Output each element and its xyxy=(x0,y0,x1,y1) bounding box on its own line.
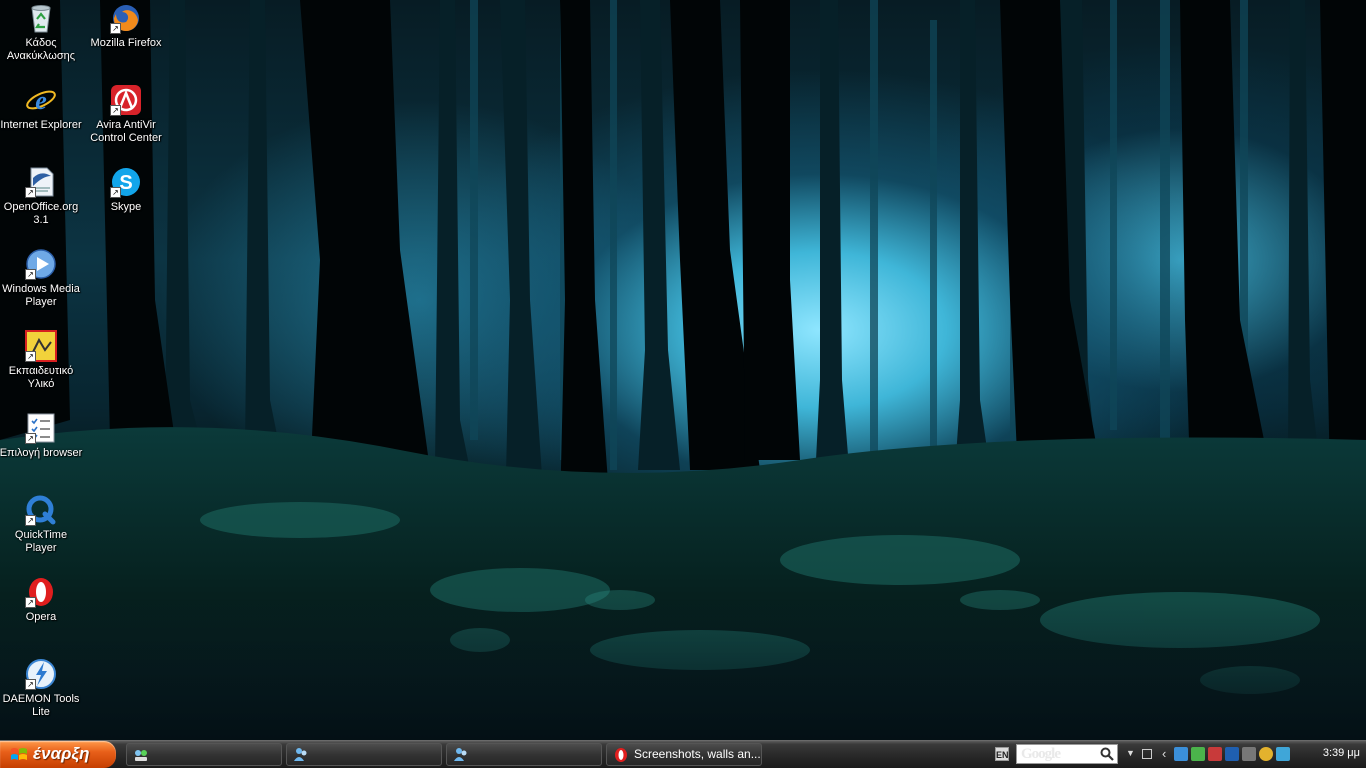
shortcut-arrow-icon: ↗ xyxy=(25,597,36,608)
messenger-tray-icon[interactable] xyxy=(1225,747,1239,761)
desktop-icon-skype[interactable]: S ↗ Skype xyxy=(83,166,169,214)
messenger-icon xyxy=(293,747,309,763)
desktop-icon-browser-choice[interactable]: ↗ Επιλογή browser xyxy=(0,412,84,460)
shortcut-arrow-icon: ↗ xyxy=(110,187,121,198)
educational-material-icon: ↗ xyxy=(25,330,57,362)
volume-icon[interactable] xyxy=(1276,747,1290,761)
svg-text:S: S xyxy=(119,172,132,194)
search-placeholder: Google xyxy=(1021,746,1061,762)
desktop-icon-daemon-tools[interactable]: ↗ DAEMON Tools Lite xyxy=(0,658,84,719)
desktop-icon-label: Windows Media Player xyxy=(2,283,80,308)
display-icon[interactable] xyxy=(1242,747,1256,761)
desktop-icon-label: Opera xyxy=(25,611,57,623)
desktop-icon-label: Εκπαιδευτικό Υλικό xyxy=(8,365,74,390)
system-tray: EN Google ▼ ‹ 3:39 μμ xyxy=(990,741,1366,768)
taskbar-button-opera[interactable]: Screenshots, walls an... xyxy=(606,743,762,766)
shortcut-arrow-icon: ↗ xyxy=(25,269,36,280)
internet-explorer-icon: e xyxy=(25,84,57,116)
media-player-icon: ↗ xyxy=(25,248,57,280)
desktop-icon-label: Skype xyxy=(110,201,142,213)
clock[interactable]: 3:39 μμ xyxy=(1323,747,1360,759)
shortcut-arrow-icon: ↗ xyxy=(25,351,36,362)
desktop-icon-educational-material[interactable]: ↗ Εκπαιδευτικό Υλικό xyxy=(0,330,84,391)
restore-icon[interactable] xyxy=(1142,749,1152,759)
forest-wallpaper-image xyxy=(0,0,1366,740)
shortcut-arrow-icon: ↗ xyxy=(110,23,121,34)
desktop-icon-quicktime[interactable]: ↗ QuickTime Player xyxy=(0,494,84,555)
shortcut-arrow-icon: ↗ xyxy=(25,187,36,198)
chevron-left-icon[interactable]: ‹ xyxy=(1162,746,1166,761)
recycle-bin-icon xyxy=(25,2,57,34)
bluetooth-icon[interactable] xyxy=(1174,747,1188,761)
shortcut-arrow-icon: ↗ xyxy=(110,105,121,116)
start-button[interactable]: έναρξη xyxy=(0,741,116,768)
desktop-icon-label: Κάδος Ανακύκλωσης xyxy=(6,37,76,62)
dropdown-arrow-icon[interactable]: ▼ xyxy=(1126,748,1135,758)
desktop-icon-internet-explorer[interactable]: e Internet Explorer xyxy=(0,84,84,132)
firefox-icon: ↗ xyxy=(110,2,142,34)
desktop-icon-label: Mozilla Firefox xyxy=(90,37,162,49)
desktop-icon-label: OpenOffice.org 3.1 xyxy=(3,201,79,226)
svg-text:e: e xyxy=(35,86,47,115)
taskbar-button-messenger-1[interactable] xyxy=(286,743,442,766)
skype-icon: S ↗ xyxy=(110,166,142,198)
desktop-icon-opera[interactable]: ↗ Opera xyxy=(0,576,84,624)
shortcut-arrow-icon: ↗ xyxy=(25,679,36,690)
desktop-icon-recycle-bin[interactable]: Κάδος Ανακύκλωσης xyxy=(0,2,84,63)
desktop-icon-label: Επιλογή browser xyxy=(0,447,83,459)
opera-icon xyxy=(613,747,629,763)
search-icon[interactable] xyxy=(1099,746,1115,762)
language-indicator[interactable]: EN xyxy=(995,747,1009,761)
taskbar-button-label: Screenshots, walls an... xyxy=(634,747,761,761)
opera-icon: ↗ xyxy=(25,576,57,608)
desktop-icon-windows-media-player[interactable]: ↗ Windows Media Player xyxy=(0,248,84,309)
browser-choice-icon: ↗ xyxy=(25,412,57,444)
shortcut-arrow-icon: ↗ xyxy=(25,433,36,444)
desktop-icon-label: Avira AntiVir Control Center xyxy=(90,119,162,144)
google-search-box[interactable]: Google xyxy=(1016,744,1118,764)
desktop-icon-label: DAEMON Tools Lite xyxy=(2,693,80,718)
taskbar-button-messenger-2[interactable] xyxy=(446,743,602,766)
desktop-icon-openoffice[interactable]: ↗ OpenOffice.org 3.1 xyxy=(0,166,84,227)
windows-logo-icon xyxy=(10,747,28,763)
desktop-wallpaper xyxy=(0,0,1366,740)
desktop-icon-label: QuickTime Player xyxy=(14,529,68,554)
messenger-icon xyxy=(453,747,469,763)
network-status-icon[interactable] xyxy=(1191,747,1205,761)
desktop-icon-label: Internet Explorer xyxy=(0,119,82,131)
shortcut-arrow-icon: ↗ xyxy=(25,515,36,526)
network-icon xyxy=(133,747,149,763)
daemon-tools-icon: ↗ xyxy=(25,658,57,690)
openoffice-icon: ↗ xyxy=(25,166,57,198)
security-icon[interactable] xyxy=(1208,747,1222,761)
chrome-icon[interactable] xyxy=(1259,747,1273,761)
start-button-label: έναρξη xyxy=(33,744,90,763)
taskbar: έναρξη Screenshots, walls an... EN Googl… xyxy=(0,740,1366,768)
taskbar-button-network[interactable] xyxy=(126,743,282,766)
desktop-icon-avira[interactable]: ↗ Avira AntiVir Control Center xyxy=(83,84,169,145)
avira-icon: ↗ xyxy=(110,84,142,116)
quicktime-icon: ↗ xyxy=(25,494,57,526)
desktop-icon-firefox[interactable]: ↗ Mozilla Firefox xyxy=(83,2,169,50)
